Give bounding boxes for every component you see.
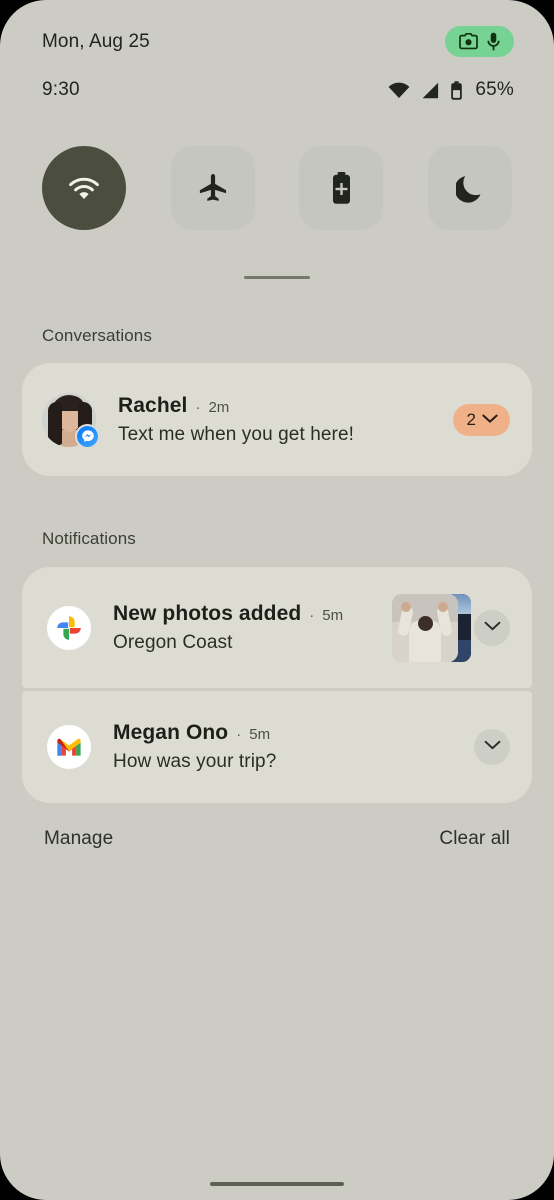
battery-percent-label: 65% bbox=[475, 79, 514, 101]
conversation-notification-rachel[interactable]: Rachel · 2m Text me when you get here! 2 bbox=[22, 363, 532, 476]
timestamp: 2m bbox=[208, 399, 229, 416]
gmail-icon bbox=[47, 725, 91, 769]
clear-all-button[interactable]: Clear all bbox=[439, 828, 510, 850]
qs-tile-wifi[interactable] bbox=[42, 146, 126, 230]
notification-title: New photos added bbox=[113, 602, 301, 626]
shade-drag-handle[interactable] bbox=[244, 276, 310, 279]
expand-button[interactable] bbox=[474, 729, 510, 765]
notification-body: Oregon Coast bbox=[113, 632, 392, 654]
messenger-icon bbox=[75, 424, 100, 449]
qs-tile-battery-saver[interactable] bbox=[299, 146, 383, 230]
system-status-icons: 65% bbox=[388, 79, 514, 101]
airplane-icon bbox=[197, 172, 229, 204]
notification-text-block: Rachel · 2m Text me when you get here! bbox=[118, 394, 453, 446]
quick-settings-row bbox=[0, 146, 554, 230]
status-bar-bottom-row: 9:30 bbox=[42, 79, 514, 101]
sender-name: Rachel bbox=[118, 394, 187, 418]
chevron-down-icon bbox=[484, 619, 501, 637]
notification-text-block: New photos added · 5m Oregon Coast bbox=[113, 602, 392, 654]
qs-tile-airplane-mode[interactable] bbox=[171, 146, 255, 230]
cellular-signal-icon bbox=[420, 82, 440, 99]
wifi-icon bbox=[388, 82, 410, 99]
separator-dot: · bbox=[195, 399, 200, 416]
date-label: Mon, Aug 25 bbox=[42, 31, 150, 53]
chevron-down-icon bbox=[484, 738, 501, 756]
notifications-section-label: Notifications bbox=[42, 529, 136, 549]
notification-header-row: Megan Ono · 5m bbox=[113, 721, 474, 745]
notification-header-row: New photos added · 5m bbox=[113, 602, 392, 626]
notification-shade: Mon, Aug 25 9:30 bbox=[0, 0, 554, 1200]
separator-dot: · bbox=[309, 607, 314, 624]
avatar bbox=[42, 393, 96, 447]
notification-body: How was your trip? bbox=[113, 751, 474, 773]
camera-icon bbox=[459, 33, 478, 50]
home-gesture-indicator[interactable] bbox=[210, 1182, 344, 1186]
manage-button[interactable]: Manage bbox=[44, 828, 113, 850]
microphone-icon bbox=[487, 32, 500, 51]
message-preview: Text me when you get here! bbox=[118, 424, 453, 446]
qs-tile-do-not-disturb[interactable] bbox=[428, 146, 512, 230]
notification-google-photos[interactable]: New photos added · 5m Oregon Coast bbox=[22, 567, 532, 688]
status-bar-top-row: Mon, Aug 25 bbox=[42, 26, 514, 57]
chevron-down-icon bbox=[482, 411, 498, 429]
expand-button[interactable] bbox=[474, 610, 510, 646]
privacy-indicator-pill[interactable] bbox=[445, 26, 514, 57]
google-photos-icon bbox=[47, 606, 91, 650]
notification-header-row: Rachel · 2m bbox=[118, 394, 453, 418]
wifi-icon bbox=[67, 176, 101, 201]
battery-icon bbox=[450, 81, 463, 100]
battery-saver-icon bbox=[331, 172, 352, 204]
notification-title: Megan Ono bbox=[113, 721, 228, 745]
timestamp: 5m bbox=[249, 726, 270, 743]
status-bar: Mon, Aug 25 9:30 bbox=[0, 0, 554, 101]
clock-label: 9:30 bbox=[42, 79, 80, 101]
message-count: 2 bbox=[467, 410, 476, 430]
moon-icon bbox=[456, 173, 484, 203]
notification-text-block: Megan Ono · 5m How was your trip? bbox=[113, 721, 474, 773]
conversations-section-label: Conversations bbox=[42, 326, 152, 346]
timestamp: 5m bbox=[322, 607, 343, 624]
notification-gmail[interactable]: Megan Ono · 5m How was your trip? bbox=[22, 691, 532, 803]
photo-thumbnails[interactable] bbox=[392, 594, 458, 662]
notification-footer-actions: Manage Clear all bbox=[0, 828, 554, 850]
photo-thumbnail-primary bbox=[392, 594, 458, 662]
separator-dot: · bbox=[236, 726, 241, 743]
message-count-expand-badge[interactable]: 2 bbox=[453, 404, 510, 436]
